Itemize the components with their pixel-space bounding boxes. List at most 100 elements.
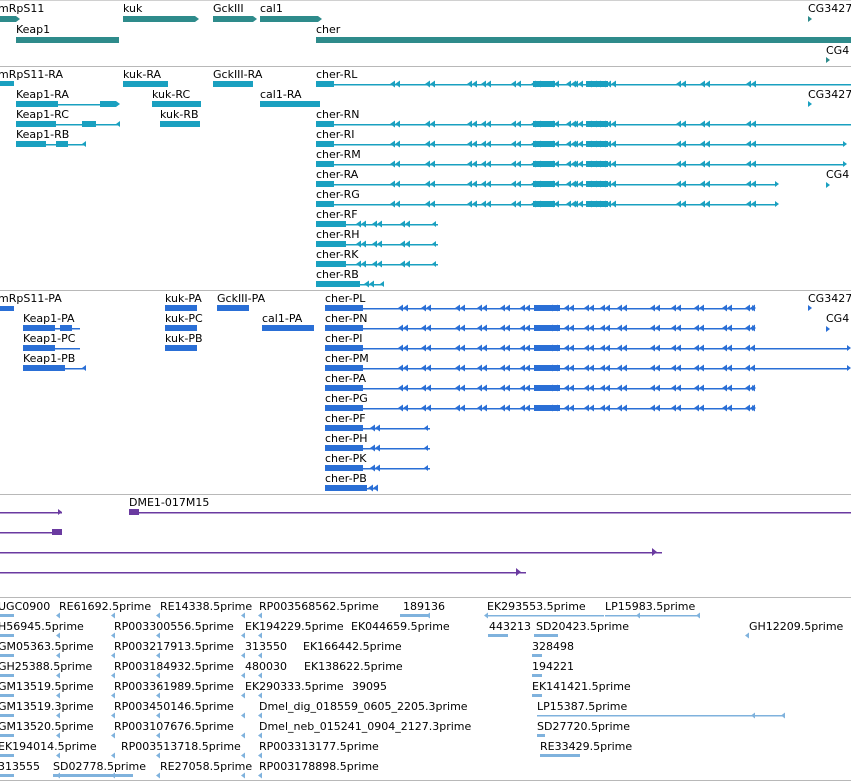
exon-arrow[interactable] [750,344,755,352]
exon-arrow[interactable] [694,324,699,332]
protein-label[interactable]: cher-PA [325,372,366,385]
feature-bar[interactable] [165,325,197,331]
exon-arrow[interactable] [676,324,681,332]
est-label[interactable]: SD02778.5prime [53,760,146,773]
exon-arrow[interactable] [520,364,525,372]
est-label[interactable]: 480030 [245,660,287,673]
exon-arrow[interactable] [650,404,655,412]
exon-arrow[interactable] [600,304,605,312]
est-label[interactable]: RP003313177.5prime [259,740,379,753]
exon-arrow[interactable] [472,200,477,208]
exon-arrow[interactable] [650,384,655,392]
est-feature[interactable] [534,634,558,637]
exon-arrow[interactable] [671,364,676,372]
est-label[interactable]: SD20423.5prime [536,620,629,633]
exon-arrow[interactable] [375,444,380,452]
est-label[interactable]: RP003178898.5prime [259,760,379,773]
strand-arrow[interactable] [58,509,62,515]
strand-arrow[interactable] [258,712,262,719]
exon-arrow[interactable] [727,344,732,352]
exon-arrow[interactable] [525,364,530,372]
exon-arrow[interactable] [578,80,583,88]
gene-label[interactable]: CG3427 [808,2,851,15]
exon-arrow[interactable] [525,404,530,412]
exon-arrow[interactable] [425,180,430,188]
exon-arrow[interactable] [511,160,516,168]
exon-arrow[interactable] [520,404,525,412]
exon-arrow[interactable] [566,200,571,208]
est-label[interactable]: EK044659.5prime [351,620,450,633]
exon-arrow[interactable] [589,344,594,352]
exon-arrow[interactable] [400,240,405,248]
exon-arrow[interactable] [750,364,755,372]
exon-arrow[interactable] [705,180,710,188]
exon-arrow[interactable] [700,120,705,128]
exon-arrow[interactable] [426,384,431,392]
est-label[interactable]: EK194014.5prime [0,740,97,753]
exon-arrow[interactable] [377,220,382,228]
est-label[interactable]: EK141421.5prime [532,680,631,693]
strand-arrow[interactable] [241,752,245,759]
exon-arrow[interactable] [472,180,477,188]
exon-arrow[interactable] [455,404,460,412]
exon-arrow[interactable] [611,120,616,128]
exon-arrow[interactable] [505,304,510,312]
feature-intron-line[interactable] [23,348,80,350]
exon-arrow[interactable] [426,304,431,312]
exon-arrow[interactable] [403,384,408,392]
feature-bar[interactable] [213,81,253,87]
exon-arrow[interactable] [398,384,403,392]
exon-arrow[interactable] [467,160,472,168]
exon-arrow[interactable] [589,324,594,332]
est-label[interactable]: GM13520.5prime [0,720,94,733]
gene-label[interactable]: GckIII [213,2,244,15]
strand-arrow[interactable] [258,772,262,779]
exon-arrow[interactable] [569,304,574,312]
transcript-label[interactable]: Keap1-RB [16,128,69,141]
est-feature[interactable] [537,734,545,737]
exon-arrow[interactable] [681,140,686,148]
exon-arrow[interactable] [395,140,400,148]
exon-arrow[interactable] [421,344,426,352]
strand-arrow[interactable] [696,612,700,619]
est-feature[interactable] [0,634,14,637]
protein-label[interactable]: cher-PB [325,472,367,485]
est-feature[interactable] [400,614,430,617]
exon-arrow[interactable] [477,364,482,372]
est-label[interactable]: LP15983.5prime [605,600,695,613]
exon-arrow[interactable] [589,304,594,312]
exon-arrow[interactable] [564,404,569,412]
exon-arrow[interactable] [605,404,610,412]
exon-block[interactable] [586,181,608,187]
strand-arrow[interactable] [424,425,428,431]
exon-arrow[interactable] [564,304,569,312]
exon-arrow[interactable] [405,220,410,228]
strand-arrow[interactable] [432,261,436,267]
strand-arrow[interactable] [258,612,262,619]
exon-arrow[interactable] [578,180,583,188]
exon-arrow[interactable] [430,120,435,128]
exon-arrow[interactable] [405,260,410,268]
gene-label[interactable]: cher [316,23,340,36]
protein-label[interactable]: Keap1-PC [23,332,75,345]
strand-arrow[interactable] [56,692,60,699]
strand-arrow[interactable] [652,548,657,556]
feature-bar[interactable] [0,81,14,86]
strand-arrow[interactable] [843,141,847,147]
feature-bar[interactable] [534,405,560,411]
exon-arrow[interactable] [430,140,435,148]
exon-arrow[interactable] [694,304,699,312]
exon-arrow[interactable] [569,324,574,332]
exon-block[interactable] [586,141,608,147]
exon-arrow[interactable] [395,120,400,128]
feature-bar[interactable] [152,101,201,107]
exon-arrow[interactable] [467,200,472,208]
exon-arrow[interactable] [694,384,699,392]
exon-arrow[interactable] [681,180,686,188]
est-feature[interactable] [532,694,542,697]
exon-arrow[interactable] [622,304,627,312]
strand-arrow[interactable] [111,712,115,719]
transcript-label[interactable]: kuk-RA [123,68,161,81]
feature-intron-line[interactable] [0,512,62,514]
exon-arrow[interactable] [699,384,704,392]
